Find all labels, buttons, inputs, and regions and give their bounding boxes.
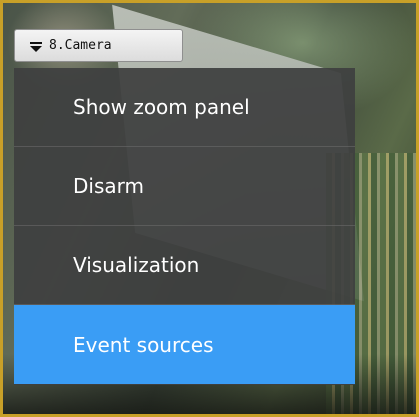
menu-item-disarm[interactable]: Disarm <box>14 147 355 226</box>
camera-context-menu: Show zoom panel Disarm Visualization Eve… <box>14 68 355 385</box>
menu-item-show-zoom-panel[interactable]: Show zoom panel <box>14 68 355 147</box>
menu-item-event-sources[interactable]: Event sources <box>14 305 355 384</box>
camera-menu-button[interactable]: 8.Camera <box>14 29 183 62</box>
filter-icon <box>29 39 43 53</box>
menu-item-visualization[interactable]: Visualization <box>14 226 355 305</box>
camera-name: 8.Camera <box>49 38 112 53</box>
